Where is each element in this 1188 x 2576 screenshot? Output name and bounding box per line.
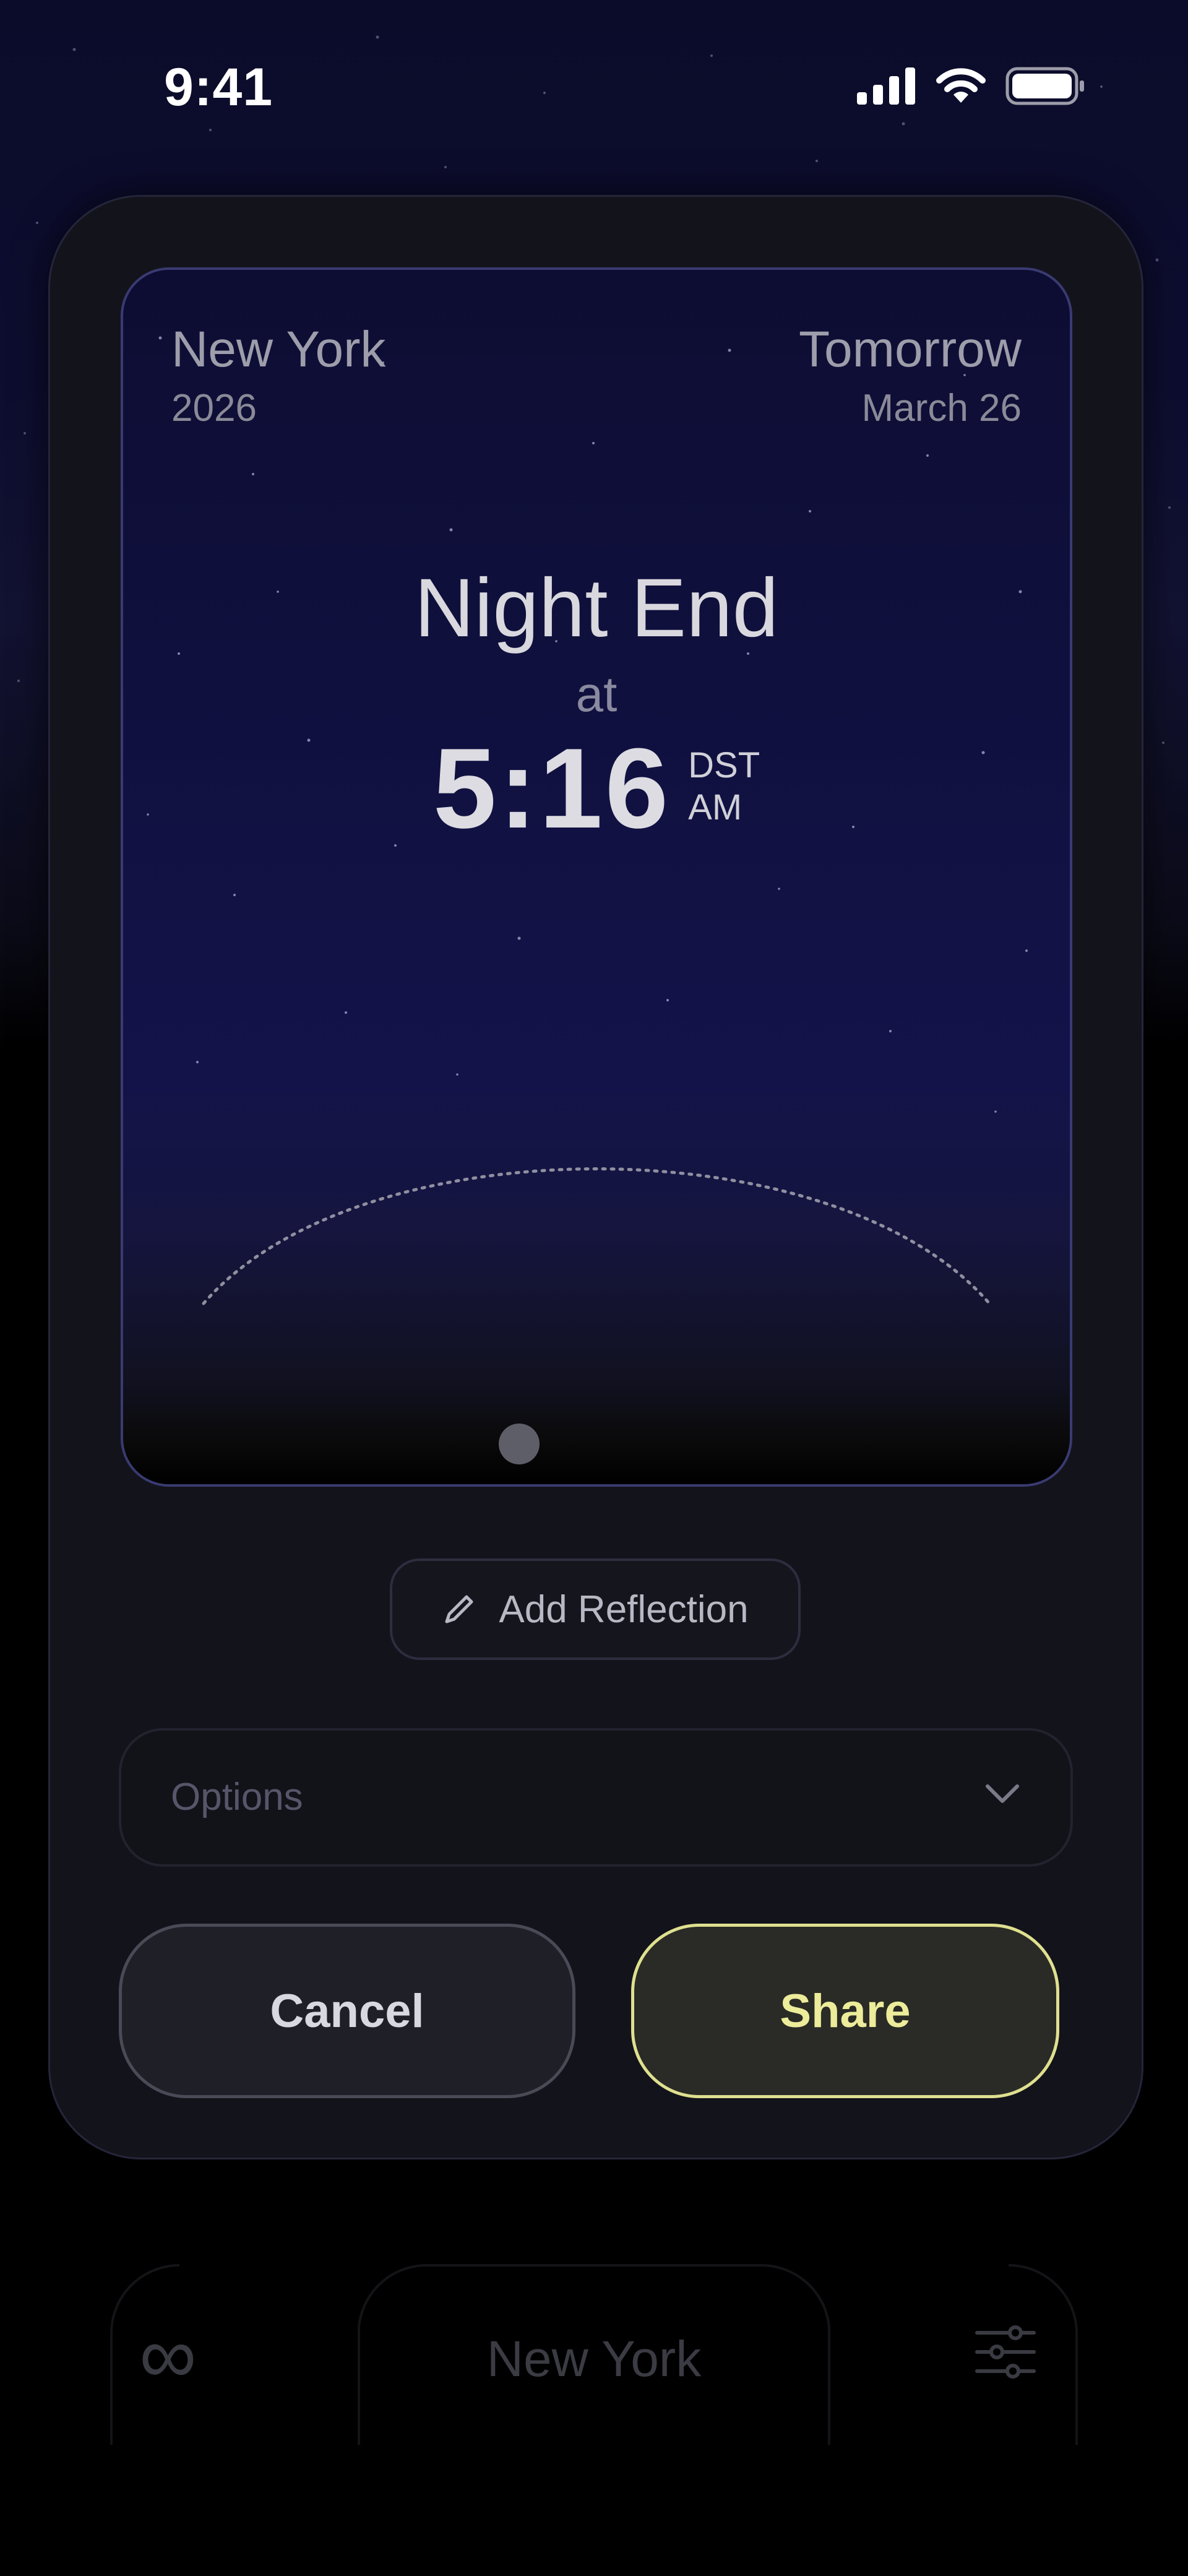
options-label: Options — [171, 1776, 303, 1818]
cancel-button[interactable]: Cancel — [119, 1924, 575, 2098]
wifi-icon — [936, 68, 986, 103]
location-name: New York — [171, 321, 386, 378]
day-label: Tomorrow — [799, 321, 1022, 378]
time-meta: DST AM — [688, 731, 760, 829]
chevron-down-icon — [986, 1784, 1019, 1803]
sun-path-arc — [202, 1167, 991, 1305]
event-title: Night End — [414, 562, 779, 654]
status-time: 9:41 — [164, 58, 273, 117]
sun-position-dot — [499, 1424, 540, 1464]
at-label: at — [575, 667, 618, 722]
add-reflection-button[interactable]: Add Reflection — [390, 1558, 801, 1660]
meridiem-label: AM — [688, 787, 742, 828]
date-label: March 26 — [861, 387, 1022, 430]
share-button[interactable]: Share — [631, 1924, 1059, 2098]
year-label: 2026 — [171, 387, 257, 430]
sliders-icon[interactable] — [975, 2324, 1036, 2380]
event-card: New York 2026 Tomorrow March 26 Night En… — [121, 267, 1072, 1487]
battery-icon — [1005, 67, 1084, 105]
event-time-value: 5:16 — [433, 724, 671, 852]
status-icons — [857, 67, 1086, 105]
timezone-label: DST — [688, 745, 760, 785]
pencil-icon — [445, 1595, 473, 1623]
event-time: 5:16 DST AM — [123, 731, 1070, 845]
add-reflection-label: Add Reflection — [499, 1588, 749, 1631]
options-dropdown[interactable]: Options — [119, 1728, 1073, 1867]
cellular-signal-icon — [857, 67, 915, 105]
